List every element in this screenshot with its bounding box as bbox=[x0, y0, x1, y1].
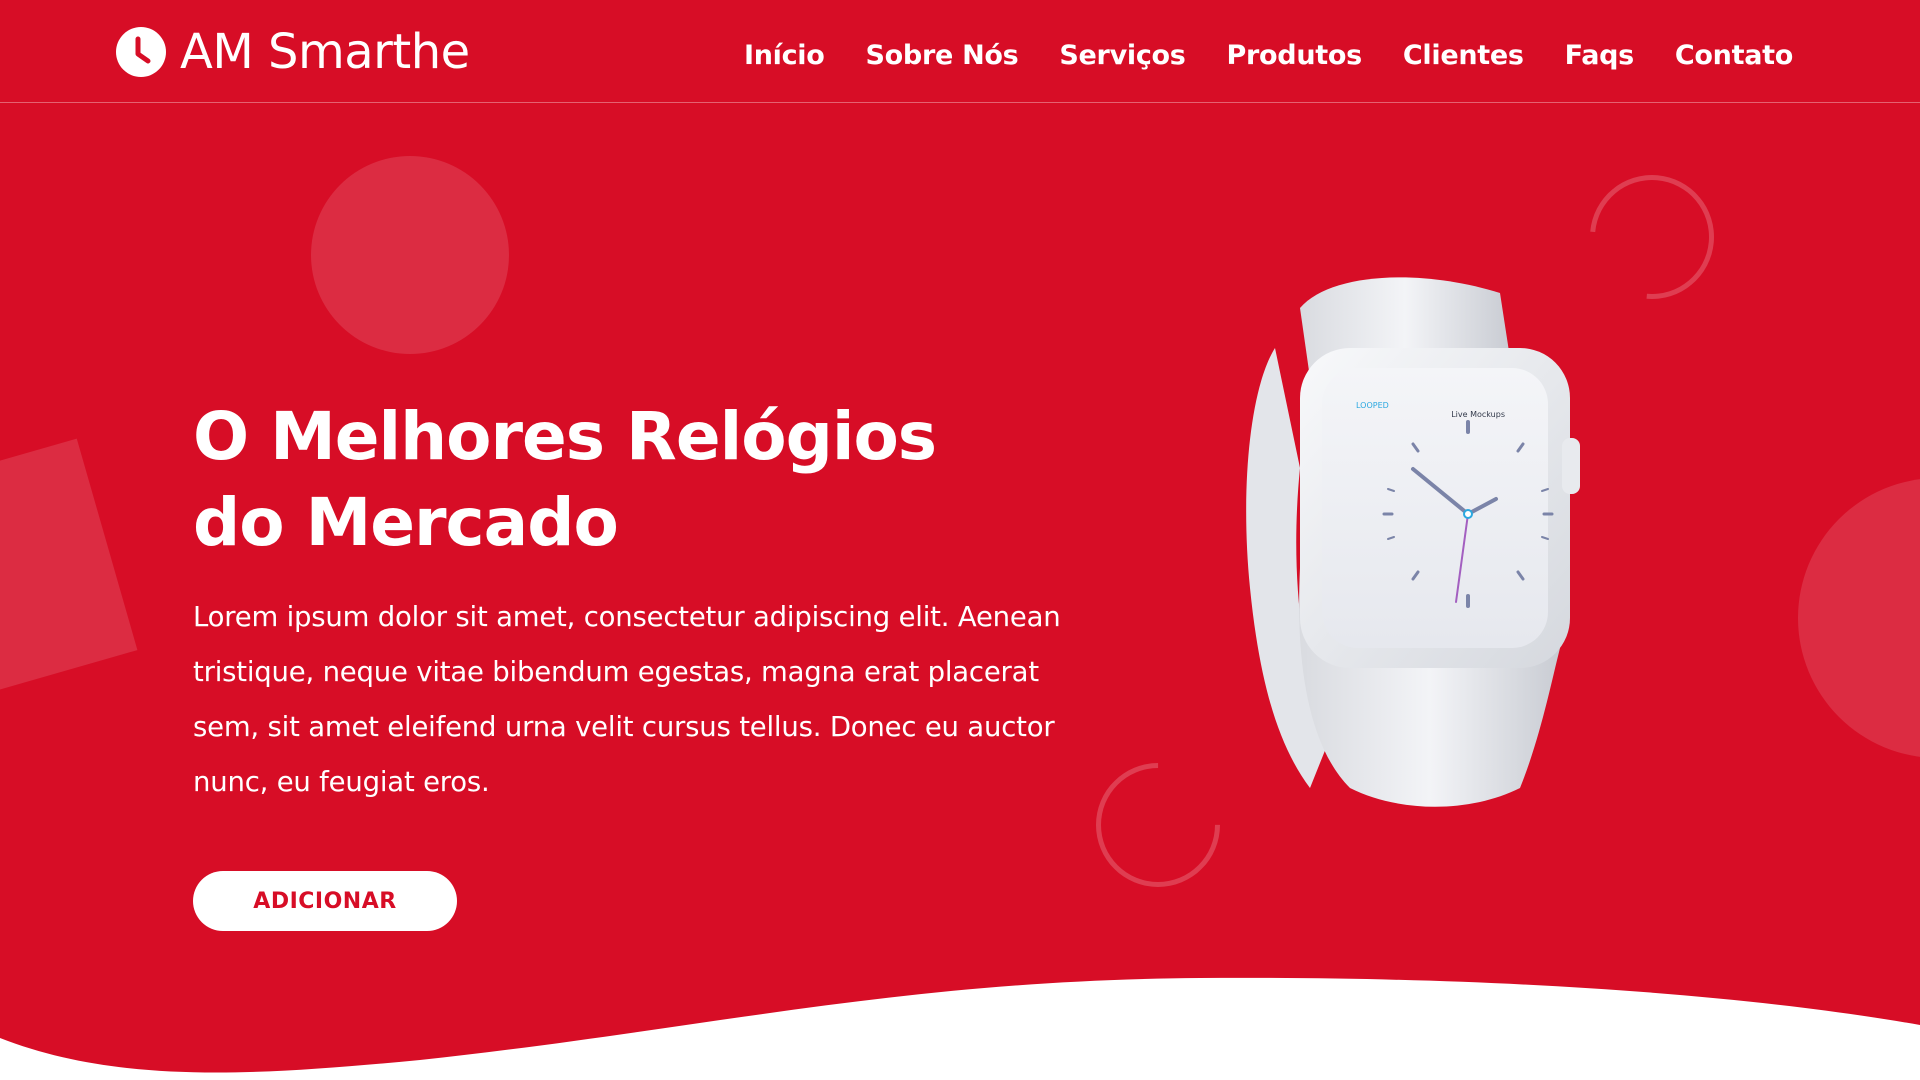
clock-icon bbox=[116, 27, 166, 77]
brand-name: AM Smarthe bbox=[180, 24, 470, 80]
add-button[interactable]: ADICIONAR bbox=[193, 871, 457, 931]
nav-item-clientes[interactable]: Clientes bbox=[1403, 36, 1524, 76]
decor-ring-middle bbox=[1070, 737, 1246, 913]
landing-page: AM Smarthe Início Sobre Nós Serviços Pro… bbox=[0, 0, 1920, 1080]
main-nav: Início Sobre Nós Serviços Produtos Clien… bbox=[744, 36, 1793, 76]
watch-screen-label-left: LOOPED bbox=[1356, 401, 1389, 410]
decor-square-left bbox=[0, 438, 138, 692]
hero-title-line1: O Melhores Relógios bbox=[193, 398, 937, 475]
nav-item-sobre-nos[interactable]: Sobre Nós bbox=[866, 36, 1019, 76]
hero-title: O Melhores Relógios do Mercado bbox=[193, 394, 1053, 566]
site-header: AM Smarthe Início Sobre Nós Serviços Pro… bbox=[0, 0, 1920, 103]
nav-item-produtos[interactable]: Produtos bbox=[1227, 36, 1363, 76]
nav-item-inicio[interactable]: Início bbox=[744, 36, 825, 76]
brand-logo[interactable]: AM Smarthe bbox=[116, 26, 470, 78]
hero-description: Lorem ipsum dolor sit amet, consectetur … bbox=[193, 601, 1061, 798]
watch-screen-label-right: Live Mockups bbox=[1451, 410, 1505, 419]
smartwatch-image: LOOPED Live Mockups bbox=[1246, 277, 1580, 807]
bottom-wave bbox=[0, 977, 1920, 1080]
nav-item-contato[interactable]: Contato bbox=[1675, 36, 1793, 76]
hero-title-line2: do Mercado bbox=[193, 484, 619, 561]
nav-item-faqs[interactable]: Faqs bbox=[1565, 36, 1635, 76]
decor-circle-top bbox=[311, 156, 509, 354]
decor-circle-right bbox=[1798, 478, 1920, 758]
nav-item-servicos[interactable]: Serviços bbox=[1059, 36, 1185, 76]
